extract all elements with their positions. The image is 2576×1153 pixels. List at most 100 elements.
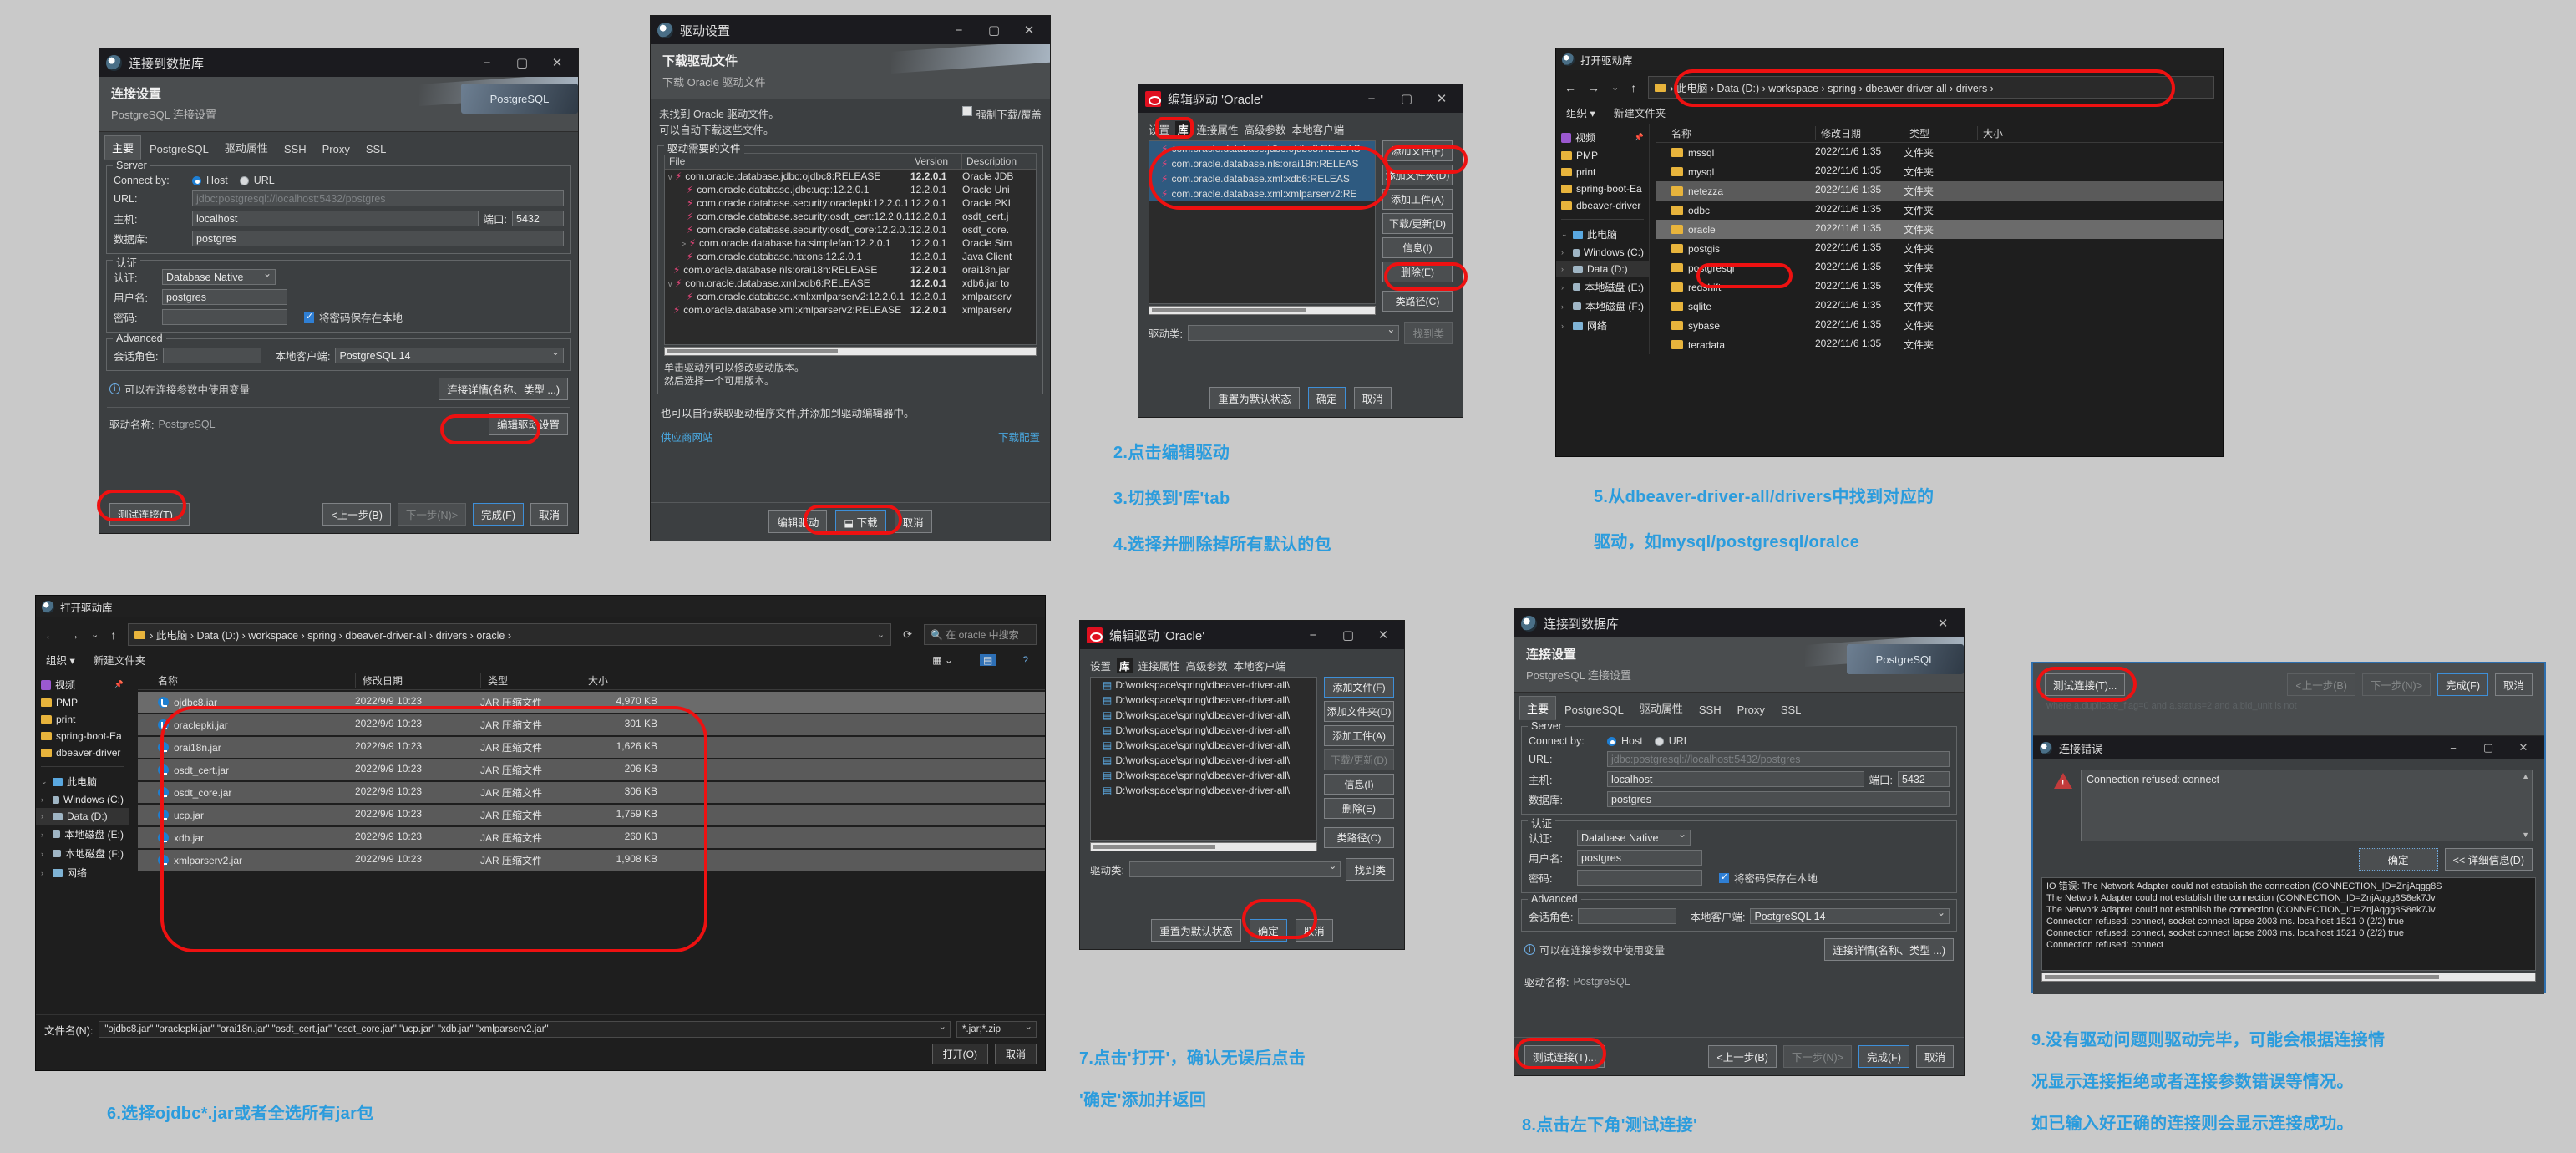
library-button-0[interactable]: 添加文件(F) xyxy=(1324,677,1394,698)
table-row[interactable]: ⚡ com.oracle.database.jdbc:ucp:12.2.0.1 12… xyxy=(665,183,1036,196)
sidebar-item-dbeaver-driver[interactable]: dbeaver-driver xyxy=(1556,197,1649,214)
file-row[interactable]: xmlparserv2.jar 2022/9/9 10:23 JAR 压缩文件 1,9… xyxy=(138,850,1045,871)
horizontal-scrollbar[interactable] xyxy=(1149,306,1376,315)
file-row[interactable]: redshift 2022/11/6 1:35 文件夹 xyxy=(1656,277,2223,297)
recent-locations-icon[interactable]: ⌄ xyxy=(1611,82,1619,93)
sidebar-item-network[interactable]: › 网络 xyxy=(1556,316,1649,335)
log-scrollbar[interactable] xyxy=(2041,973,2536,982)
recent-locations-icon[interactable]: ⌄ xyxy=(91,629,99,640)
list-item[interactable]: ▤ D:\workspace\spring\dbeaver-driver-all\ xyxy=(1091,783,1316,798)
scroll-up-icon[interactable]: ▲ xyxy=(2522,772,2529,780)
cancel-button[interactable]: 取消 xyxy=(1353,387,1392,409)
table-row[interactable]: v ⚡ com.oracle.database.jdbc:ojdbc8:RELEA… xyxy=(665,170,1036,183)
file-row[interactable]: ucp.jar 2022/9/9 10:23 JAR 压缩文件 1,759 KB xyxy=(138,805,1045,825)
error-log[interactable]: IO 错误: The Network Adapter could not est… xyxy=(2041,877,2536,971)
url-radio[interactable] xyxy=(239,175,249,185)
col-version[interactable]: Version xyxy=(910,154,962,169)
pin-icon[interactable]: 📌 xyxy=(114,680,124,689)
tab-libraries[interactable]: 库 xyxy=(1175,121,1191,137)
username-input[interactable]: postgres xyxy=(1577,850,1702,866)
breadcrumb-segment[interactable]: 此电脑 xyxy=(1676,83,1708,94)
test-connection-button[interactable]: 测试连接(T)... xyxy=(1524,1045,1605,1068)
ok-button[interactable]: 确定 xyxy=(1307,387,1346,409)
table-row[interactable]: ⚡ com.oracle.database.nls:orai18n:RELEASE… xyxy=(665,263,1036,277)
tab-main[interactable]: 主要 xyxy=(104,135,142,160)
file-row[interactable]: oraclepki.jar 2022/9/9 10:23 JAR 压缩文件 301 K… xyxy=(138,714,1045,735)
tab-settings[interactable]: 设置 xyxy=(1090,658,1111,673)
cancel-button[interactable]: 取消 xyxy=(2494,673,2533,696)
tab-ssh[interactable]: SSH xyxy=(1691,699,1729,720)
minimize-icon[interactable]: − xyxy=(473,56,501,70)
session-role-input[interactable] xyxy=(1578,908,1677,924)
breadcrumb[interactable]: › 此电脑 › Data (D:) › workspace › spring ›… xyxy=(1648,76,2214,99)
maximize-icon[interactable]: ▢ xyxy=(1392,91,1421,106)
new-folder-button[interactable]: 新建文件夹 xyxy=(1614,104,1666,120)
minimize-icon[interactable]: − xyxy=(1357,92,1386,106)
tab-driver-properties[interactable]: 驱动属性 xyxy=(217,135,276,160)
file-row[interactable]: sybase 2022/11/6 1:35 文件夹 xyxy=(1656,316,2223,335)
library-button-4[interactable]: 信息(I) xyxy=(1324,774,1394,795)
breadcrumb[interactable]: › 此电脑 › Data (D:) › workspace › spring ›… xyxy=(128,623,892,646)
col-name[interactable]: 名称 xyxy=(138,673,355,688)
library-button-4[interactable]: 信息(I) xyxy=(1382,237,1453,258)
list-item[interactable]: ▤ D:\workspace\spring\dbeaver-driver-all\ xyxy=(1091,678,1316,693)
driver-class-select[interactable] xyxy=(1128,861,1341,877)
close-icon[interactable]: ✕ xyxy=(543,55,571,70)
sidebar-item-dbeaver-driver[interactable]: dbeaver-driver xyxy=(36,744,129,761)
file-row[interactable]: sqlite 2022/11/6 1:35 文件夹 xyxy=(1656,297,2223,316)
breadcrumb-dropdown-icon[interactable]: ⌄ xyxy=(877,629,885,640)
download-config-link[interactable]: 下载配置 xyxy=(998,429,1040,444)
list-item[interactable]: ⚡ com.oracle.database.nls:orai18n:RELEAS xyxy=(1149,156,1375,171)
find-class-button[interactable]: 找到类 xyxy=(1346,858,1394,881)
sidebar-item-local-e[interactable]: › 本地磁盘 (E:) xyxy=(36,825,129,844)
view-mode-icon[interactable]: ▦ ⌄ xyxy=(932,654,953,666)
library-button-6[interactable]: 类路径(C) xyxy=(1382,291,1453,312)
minimize-icon[interactable]: − xyxy=(1299,628,1327,643)
sidebar-item-local-f[interactable]: › 本地磁盘 (F:) xyxy=(36,844,129,863)
details-button[interactable]: << 详细信息(D) xyxy=(2444,848,2533,871)
file-row[interactable]: ojdbc8.jar 2022/9/9 10:23 JAR 压缩文件 4,970 KB xyxy=(138,692,1045,713)
host-input[interactable]: localhost xyxy=(1607,771,1864,787)
file-row[interactable]: postgis 2022/11/6 1:35 文件夹 xyxy=(1656,239,2223,258)
tab-proxy[interactable]: Proxy xyxy=(315,139,357,160)
breadcrumb-segment[interactable]: workspace xyxy=(248,630,298,642)
preview-pane-icon[interactable]: ▤ xyxy=(979,653,996,666)
cancel-button[interactable]: 取消 xyxy=(1915,1045,1954,1068)
sidebar-item-this-pc[interactable]: ⌄ 此电脑 xyxy=(1556,225,1649,244)
file-row[interactable]: xdb.jar 2022/9/9 10:23 JAR 压缩文件 260 KB xyxy=(138,827,1045,848)
force-download-checkbox[interactable] xyxy=(961,106,972,116)
sidebar-item-print[interactable]: print xyxy=(1556,164,1649,180)
tab-ssl[interactable]: SSL xyxy=(358,139,394,160)
close-icon[interactable]: ✕ xyxy=(1427,91,1456,106)
library-button-2[interactable]: 添加工件(A) xyxy=(1382,189,1453,210)
breadcrumb-segment[interactable]: workspace xyxy=(1768,83,1818,94)
table-row[interactable]: ⚡ com.oracle.database.xml:xmlparserv2:12.… xyxy=(665,290,1036,303)
breadcrumb-segment[interactable]: dbeaver-driver-all xyxy=(345,630,426,642)
back-icon[interactable]: ← xyxy=(44,628,56,642)
minimize-icon[interactable]: − xyxy=(2439,742,2467,754)
tab-advanced-params[interactable]: 高级参数 xyxy=(1186,658,1228,673)
close-icon[interactable]: ✕ xyxy=(2509,741,2538,754)
library-button-6[interactable]: 类路径(C) xyxy=(1324,827,1394,848)
local-client-select[interactable]: PostgreSQL 14 xyxy=(335,348,564,363)
host-radio[interactable] xyxy=(192,175,201,185)
library-button-1[interactable]: 添加文件夹(D) xyxy=(1382,165,1453,185)
col-type[interactable]: 类型 xyxy=(1904,126,1977,140)
auth-select[interactable]: Database Native xyxy=(1577,830,1691,846)
close-icon[interactable]: ✕ xyxy=(1929,616,1957,631)
host-input[interactable]: localhost xyxy=(192,211,479,226)
file-row[interactable]: oracle 2022/11/6 1:35 文件夹 xyxy=(1656,220,2223,239)
list-item[interactable]: ▤ D:\workspace\spring\dbeaver-driver-all\ xyxy=(1091,723,1316,738)
library-list[interactable]: ▤ D:\workspace\spring\dbeaver-driver-all\… xyxy=(1090,677,1317,841)
driver-class-select[interactable] xyxy=(1187,325,1400,341)
reset-defaults-button[interactable]: 重置为默认状态 xyxy=(1151,919,1241,942)
sidebar-item-network[interactable]: › 网络 xyxy=(36,863,129,882)
col-size[interactable]: 大小 xyxy=(1977,126,2044,140)
table-row[interactable]: ⚡ com.oracle.database.ha:ons:12.2.0.1 12.2… xyxy=(665,250,1036,263)
sidebar-item-this-pc[interactable]: ⌄ 此电脑 xyxy=(36,772,129,791)
table-row[interactable]: ⚡ com.oracle.database.security:osdt_cert:… xyxy=(665,210,1036,223)
col-size[interactable]: 大小 xyxy=(581,673,664,688)
col-date[interactable]: 修改日期 xyxy=(355,673,480,688)
col-file[interactable]: File xyxy=(665,154,910,169)
file-row[interactable]: netezza 2022/11/6 1:35 文件夹 xyxy=(1656,181,2223,201)
